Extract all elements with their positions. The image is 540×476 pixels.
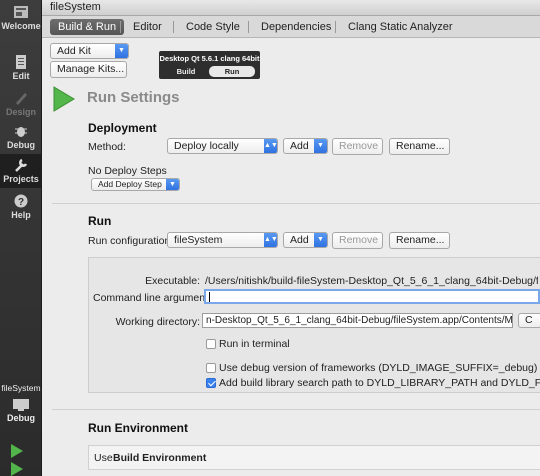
tab-separator (173, 21, 174, 33)
deploy-method-value: Deploy locally (174, 140, 239, 152)
target-project-label: fileSystem (1, 383, 41, 393)
executable-label: Executable: (145, 275, 200, 287)
kit-run-tab[interactable]: Run (209, 66, 255, 77)
use-debug-frameworks-checkbox[interactable] (206, 363, 216, 373)
mode-label: Projects (3, 174, 39, 184)
mode-label: Welcome (1, 21, 41, 31)
add-deploy-dropdown[interactable]: Add ▼ (283, 138, 328, 154)
manage-kits-button[interactable]: Manage Kits... (50, 61, 127, 78)
add-kit-label: Add Kit (57, 45, 91, 57)
add-run-dropdown[interactable]: Add ▼ (283, 232, 328, 248)
text-cursor (209, 292, 210, 302)
rename-run-button[interactable]: Rename... (389, 232, 450, 249)
mode-bar: Welcome Edit Design Debug Projects ? Hel… (0, 0, 42, 476)
add-deploy-step-dropdown[interactable]: Add Deploy Step ▼ (91, 178, 180, 191)
debug-run-button[interactable] (11, 462, 23, 476)
run-config-label: Run configuration: (88, 235, 174, 247)
args-input[interactable] (204, 289, 540, 304)
tab-clang-static-analyzer[interactable]: Clang Static Analyzer (340, 19, 461, 35)
section-divider (52, 203, 540, 204)
run-config-select[interactable]: fileSystem ▲▼ (167, 232, 278, 248)
window-title: fileSystem (50, 1, 101, 13)
args-label: Command line arguments: (93, 292, 217, 304)
document-icon (16, 55, 26, 69)
chevron-down-icon: ▼ (115, 44, 128, 58)
tab-build-run[interactable]: Build & Run (50, 19, 125, 35)
mode-design[interactable]: Design (0, 91, 42, 117)
run-in-terminal-checkbox[interactable] (206, 339, 216, 349)
environment-box[interactable]: Use Build Environment (88, 445, 540, 470)
deployment-heading: Deployment (88, 121, 157, 135)
settings-tabs: Build & Run Editor Code Style Dependenci… (42, 16, 540, 38)
chevron-down-icon: ▼ (166, 179, 179, 190)
tab-separator (335, 21, 336, 33)
use-debug-frameworks-label: Use debug version of frameworks (DYLD_IM… (219, 362, 538, 374)
add-build-library-label: Add build library search path to DYLD_LI… (219, 377, 540, 389)
environment-base: Build Environment (113, 452, 207, 464)
environment-use-prefix: Use (94, 452, 113, 464)
page-title: Run Settings (87, 89, 180, 106)
tab-code-style[interactable]: Code Style (178, 19, 248, 35)
add-build-library-checkbox[interactable] (206, 378, 216, 388)
pencil-icon (16, 93, 27, 105)
rename-deploy-button[interactable]: Rename... (389, 138, 450, 155)
run-config-value: fileSystem (174, 234, 223, 246)
chevron-down-icon: ▼ (314, 233, 327, 247)
remove-run-button[interactable]: Remove (332, 232, 383, 249)
section-divider (52, 409, 540, 410)
help-icon: ? (14, 194, 28, 208)
kit-selector[interactable]: Debug (0, 398, 42, 423)
play-icon (53, 86, 75, 112)
svg-text:?: ? (18, 197, 24, 208)
mode-label: Design (5, 107, 36, 117)
mode-label: Debug (7, 140, 35, 150)
kit-label: Debug (7, 413, 35, 423)
kit-name: Desktop Qt 5.6.1 clang 64bit (159, 54, 260, 63)
run-heading: Run (88, 214, 112, 228)
mode-welcome[interactable]: Welcome (0, 5, 42, 31)
deploy-method-select[interactable]: Deploy locally ▲▼ (167, 138, 278, 154)
window-header: fileSystem (42, 0, 540, 16)
run-button[interactable] (11, 444, 23, 458)
mode-debug[interactable]: Debug (0, 124, 42, 150)
executable-value: /Users/nitishk/build-fileSystem-Desktop_… (205, 275, 538, 287)
add-kit-dropdown[interactable]: Add Kit ▼ (50, 43, 129, 59)
wrench-icon (15, 158, 28, 172)
workdir-input[interactable]: n-Desktop_Qt_5_6_1_clang_64bit-Debug/fil… (202, 313, 513, 328)
chevron-updown-icon: ▲▼ (264, 139, 277, 153)
mode-edit[interactable]: Edit (0, 55, 42, 81)
chevron-down-icon: ▼ (314, 139, 327, 153)
tab-dependencies[interactable]: Dependencies (253, 19, 339, 35)
run-in-terminal-label: Run in terminal (219, 338, 290, 350)
chevron-updown-icon: ▲▼ (264, 233, 277, 247)
mode-label: Edit (12, 71, 30, 81)
remove-deploy-button[interactable]: Remove (332, 138, 383, 155)
welcome-icon (14, 6, 28, 18)
tab-editor[interactable]: Editor (125, 19, 170, 35)
method-label: Method: (88, 141, 126, 153)
add-label: Add (290, 140, 309, 152)
run-environment-heading: Run Environment (88, 421, 189, 435)
kit-panel: Desktop Qt 5.6.1 clang 64bit Build Run (159, 51, 260, 79)
workdir-label: Working directory: (115, 316, 200, 328)
add-label: Add (290, 234, 309, 246)
tab-separator (248, 21, 249, 33)
no-deploy-steps-label: No Deploy Steps (88, 165, 167, 177)
mode-projects[interactable]: Projects (0, 154, 42, 188)
monitor-icon (13, 399, 29, 411)
mode-label: Help (11, 210, 31, 220)
tab-separator (120, 21, 121, 33)
kit-build-tab[interactable]: Build (164, 66, 208, 77)
add-deploy-step-label: Add Deploy Step (98, 179, 162, 189)
mode-help[interactable]: ? Help (0, 194, 42, 220)
bug-icon (15, 127, 27, 137)
workdir-browse-button[interactable]: C (518, 313, 540, 328)
